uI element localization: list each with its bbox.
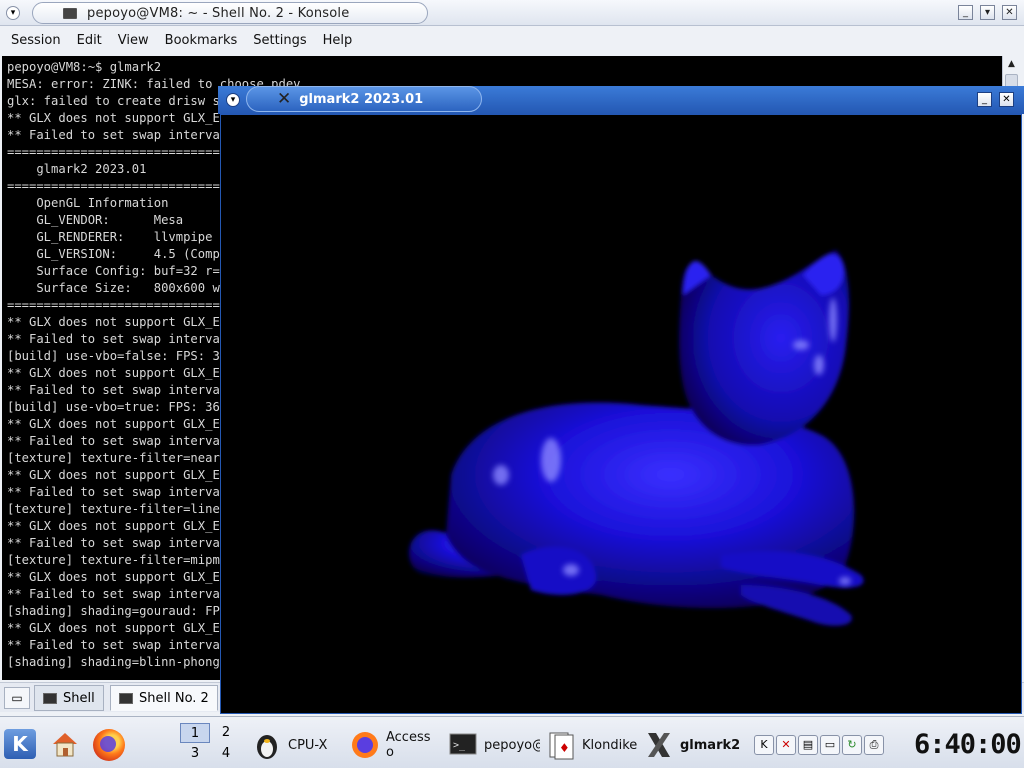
screen-icon[interactable]: ▭ bbox=[820, 735, 840, 755]
minimize-button[interactable]: _ bbox=[977, 92, 992, 107]
menu-view[interactable]: View bbox=[110, 33, 157, 48]
maximize-button[interactable]: ▾ bbox=[980, 5, 995, 20]
konsole-title-pill[interactable]: pepoyo@VM8: ~ - Shell No. 2 - Konsole bbox=[32, 2, 428, 24]
printer-icon[interactable]: ⎙ bbox=[864, 735, 884, 755]
svg-text:>_: >_ bbox=[453, 740, 466, 751]
menu-session[interactable]: Session bbox=[0, 33, 69, 48]
kde-menu-button[interactable]: K bbox=[4, 729, 36, 759]
close-button[interactable]: ✕ bbox=[1002, 5, 1017, 20]
taskbar: K 1 2 3 4 CPU-X Access o >_ pepoyo@ ♦ Kl… bbox=[0, 716, 1024, 768]
tux-icon bbox=[257, 735, 277, 759]
task-label: Klondike bbox=[582, 737, 638, 753]
glmark2-title-pill[interactable]: ✕ glmark2 2023.01 bbox=[246, 86, 482, 112]
terminal-line: glmark2 2023.01 bbox=[7, 162, 147, 176]
glmark2-window-title: glmark2 2023.01 bbox=[299, 91, 424, 107]
glmark2-titlebar[interactable]: ▾ ✕ glmark2 2023.01 _ ✕ bbox=[218, 86, 1024, 114]
update-icon[interactable]: ↻ bbox=[842, 735, 862, 755]
minimize-button[interactable]: _ bbox=[958, 5, 973, 20]
window-menu-button[interactable]: ▾ bbox=[226, 93, 240, 107]
home-folder-icon[interactable] bbox=[50, 729, 80, 759]
desktop-2[interactable]: 2 bbox=[211, 723, 241, 743]
klipper-icon[interactable]: K bbox=[754, 735, 774, 755]
cards-icon: ♦ bbox=[549, 732, 574, 760]
menu-bookmarks[interactable]: Bookmarks bbox=[157, 33, 246, 48]
menu-settings[interactable]: Settings bbox=[245, 33, 314, 48]
x11-icon: ✕ bbox=[277, 89, 292, 109]
terminal-icon bbox=[63, 7, 77, 19]
terminal-icon bbox=[43, 692, 57, 704]
desktop-4[interactable]: 4 bbox=[211, 744, 241, 764]
terminal-line: pepoyo@VM8:~$ glmark2 bbox=[7, 60, 162, 74]
new-tab-button[interactable]: ▭ bbox=[4, 687, 30, 709]
konsole-titlebar[interactable]: ▾ pepoyo@VM8: ~ - Shell No. 2 - Konsole … bbox=[0, 0, 1024, 26]
konsole-menubar: Session Edit View Bookmarks Settings Hel… bbox=[0, 27, 1024, 53]
menu-edit[interactable]: Edit bbox=[69, 33, 110, 48]
clock[interactable]: 6:40:00 bbox=[914, 729, 1022, 761]
close-button[interactable]: ✕ bbox=[999, 92, 1014, 107]
menu-help[interactable]: Help bbox=[315, 33, 361, 48]
task-konsole[interactable]: >_ pepoyo@ bbox=[448, 727, 540, 763]
terminal-line: GL_VENDOR: Mesa bbox=[7, 213, 184, 227]
tab-label: Shell No. 2 bbox=[139, 690, 209, 706]
display-icon[interactable]: ▤ bbox=[798, 735, 818, 755]
desktop-pager[interactable]: 1 2 3 4 bbox=[180, 723, 242, 765]
network-error-icon[interactable]: ✕ bbox=[776, 735, 796, 755]
desktop-3[interactable]: 3 bbox=[180, 744, 210, 764]
system-tray: K ✕ ▤ ▭ ↻ ⎙ bbox=[754, 735, 884, 757]
tab-shell[interactable]: Shell bbox=[34, 685, 104, 711]
firefox-icon bbox=[352, 732, 378, 758]
tab-label: Shell bbox=[63, 690, 95, 706]
task-cpux[interactable]: CPU-X bbox=[252, 727, 338, 763]
render-canvas[interactable] bbox=[220, 114, 1022, 714]
tab-shell-2[interactable]: Shell No. 2 bbox=[110, 685, 218, 711]
x11-icon bbox=[648, 733, 670, 757]
terminal-icon bbox=[119, 692, 133, 704]
blue-cat-model bbox=[408, 250, 864, 626]
konsole-window-title: pepoyo@VM8: ~ - Shell No. 2 - Konsole bbox=[87, 5, 350, 21]
task-label: pepoyo@ bbox=[484, 737, 540, 753]
glmark2-window: ▾ ✕ glmark2 2023.01 _ ✕ bbox=[218, 86, 1024, 716]
scroll-up-icon[interactable]: ▲ bbox=[1005, 58, 1018, 71]
task-label: Access o bbox=[386, 730, 431, 760]
desktop-1[interactable]: 1 bbox=[180, 723, 210, 743]
terminal-icon: >_ bbox=[449, 733, 477, 755]
svg-text:♦: ♦ bbox=[559, 741, 570, 755]
task-label: CPU-X bbox=[288, 737, 328, 753]
window-menu-button[interactable]: ▾ bbox=[6, 6, 20, 20]
firefox-launcher-icon[interactable] bbox=[93, 729, 125, 761]
terminal-line: OpenGL Information bbox=[7, 196, 169, 210]
task-firefox[interactable]: Access o bbox=[350, 727, 438, 763]
task-glmark2[interactable]: glmark2 bbox=[644, 727, 740, 763]
task-klondike[interactable]: ♦ Klondike bbox=[546, 727, 640, 763]
task-label: glmark2 bbox=[680, 737, 740, 753]
